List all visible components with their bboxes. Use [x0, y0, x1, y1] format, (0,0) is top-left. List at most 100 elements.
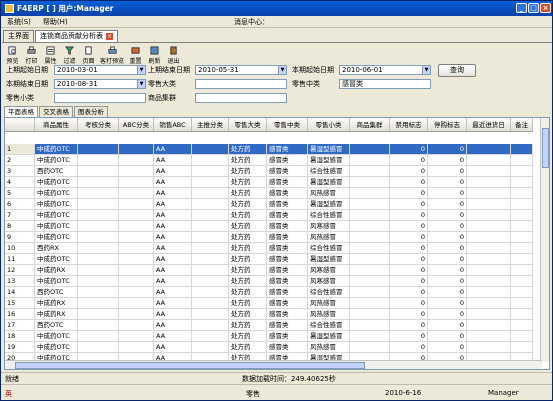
table-cell [192, 155, 229, 165]
table-row[interactable]: 10 西药RX AA 处方药 感冒类 综合性感冒 0 0 [5, 243, 533, 254]
table-row[interactable]: 18 中成药OTC AA 处方药 感冒类 暑湿型感冒 0 0 [5, 331, 533, 342]
column-header[interactable]: 主推分类 [192, 118, 229, 131]
horizontal-scrollbar[interactable] [5, 360, 542, 369]
table-row[interactable]: 2 中成药OTC AA 处方药 感冒类 暑湿型感冒 0 0 [5, 155, 533, 166]
column-header[interactable]: 考核分类 [78, 118, 119, 131]
table-cell [467, 210, 511, 220]
table-cell [467, 221, 511, 231]
table-cell: 处方药 [229, 276, 267, 286]
table-row[interactable]: 7 中成药OTC AA 处方药 感冒类 综合性感冒 0 0 [5, 210, 533, 221]
minimize-button[interactable]: _ [516, 3, 527, 13]
filter-label: 过滤 [63, 58, 76, 65]
table-cell: 暑湿型感冒 [308, 199, 350, 209]
menu-system[interactable]: 系统(S) [1, 17, 37, 27]
column-header[interactable]: ABC分类 [119, 118, 154, 131]
table-cell: 0 [428, 210, 467, 220]
table-cell: 0 [428, 254, 467, 264]
column-header[interactable]: 商品属性 [35, 118, 78, 131]
retail-major-field[interactable] [195, 79, 287, 89]
properties-icon [46, 46, 55, 55]
table-row[interactable]: 4 中成药OTC AA 处方药 感冒类 暑湿型感冒 0 0 [5, 177, 533, 188]
table-row[interactable]: 17 西药OTC AA 处方药 感冒类 综合性感冒 0 0 [5, 320, 533, 331]
retail-mid-field[interactable]: 感冒类 [339, 79, 431, 89]
scroll-thumb[interactable] [15, 362, 365, 369]
table-cell: 0 [390, 276, 428, 286]
prev-end-field[interactable]: 2010-05-31 ▼ [195, 65, 287, 75]
prev-end-label: 上期结束日期 [148, 66, 190, 74]
table-row[interactable]: 9 中成药OTC AA 处方药 感冒类 风热感冒 0 0 [5, 232, 533, 243]
filter-button[interactable]: 过滤 [61, 45, 78, 65]
table-row[interactable]: 12 中成药RX AA 处方药 感冒类 风寒感冒 0 0 [5, 265, 533, 276]
vertical-scrollbar[interactable] [540, 118, 549, 362]
column-header[interactable]: 最近进货日 [467, 118, 511, 131]
cur-start-field[interactable]: 2010-06-01 ▼ [339, 65, 431, 75]
tab-chart-analysis[interactable]: 图表分析 [74, 106, 108, 117]
tab-report[interactable]: 连锁商品贡献分析表 × [35, 30, 118, 42]
chevron-down-icon[interactable]: ▼ [278, 66, 286, 74]
table-cell: AA [154, 144, 192, 154]
reset-button[interactable]: 重置 [127, 45, 144, 65]
preview-button[interactable]: 预览 [4, 45, 21, 65]
column-header[interactable] [5, 118, 35, 131]
page-button[interactable]: 页面 [80, 45, 97, 65]
table-row[interactable]: 8 中成药OTC AA 处方药 感冒类 风寒感冒 0 0 [5, 221, 533, 232]
menu-help[interactable]: 帮助(H) [37, 17, 74, 27]
refresh-button[interactable]: 刷新 [146, 45, 163, 65]
column-header[interactable]: 零售中类 [267, 118, 308, 131]
table-cell: 处方药 [229, 210, 267, 220]
table-cell: 10 [5, 243, 35, 253]
scroll-thumb[interactable] [542, 128, 549, 168]
table-row[interactable]: 14 西药OTC AA 处方药 感冒类 综合性感冒 0 0 [5, 287, 533, 298]
table-cell [119, 199, 154, 209]
maximize-button[interactable]: □ [528, 3, 539, 13]
query-button[interactable]: 查询 [438, 64, 476, 77]
table-row[interactable]: 11 中成药OTC AA 处方药 感冒类 暑湿型感冒 0 0 [5, 254, 533, 265]
table-row[interactable]: 15 中成药RX AA 处方药 感冒类 风热感冒 0 0 [5, 298, 533, 309]
app-icon [5, 4, 14, 13]
table-cell [350, 320, 390, 330]
column-header[interactable]: 零售大类 [229, 118, 267, 131]
table-row[interactable]: 19 中成药OTC AA 处方药 感冒类 风热感冒 0 0 [5, 342, 533, 353]
table-cell [78, 177, 119, 187]
column-header[interactable]: 禁用标志 [390, 118, 428, 131]
column-header[interactable]: 零售小类 [308, 118, 350, 131]
table-row[interactable]: 5 中成药OTC AA 处方药 感冒类 风热感冒 0 0 [5, 188, 533, 199]
table-cell: 西药OTC [35, 320, 78, 330]
column-header[interactable]: 销售ABC [154, 118, 192, 131]
column-header[interactable]: 停购标志 [428, 118, 467, 131]
table-cell: 暑湿型感冒 [308, 331, 350, 341]
tab-main-label: 主界面 [8, 32, 29, 40]
column-header[interactable]: 商品集群 [350, 118, 390, 131]
table-row[interactable]: 13 中成药OTC AA 处方药 感冒类 风寒感冒 0 0 [5, 276, 533, 287]
tab-main[interactable]: 主界面 [3, 30, 34, 42]
chevron-down-icon[interactable]: ▼ [137, 66, 145, 74]
custom-print-button[interactable]: 客打预览 [99, 45, 125, 65]
close-button[interactable]: × [540, 3, 551, 13]
table-cell: 0 [428, 298, 467, 308]
print-button[interactable]: 打印 [23, 45, 40, 65]
table-cell: 0 [390, 287, 428, 297]
attr-button[interactable]: 属性 [42, 45, 59, 65]
table-cell: AA [154, 243, 192, 253]
table-row[interactable]: 16 中成药RX AA 处方药 感冒类 风热感冒 0 0 [5, 309, 533, 320]
exit-button[interactable]: 退出 [165, 45, 182, 65]
table-cell: 处方药 [229, 342, 267, 352]
table-row[interactable]: 1 中成药OTC AA 处方药 感冒类 暑湿型感冒 0 0 [5, 144, 533, 155]
table-cell: 感冒类 [267, 210, 308, 220]
chevron-down-icon[interactable]: ▼ [422, 66, 430, 74]
table-cell [350, 254, 390, 264]
tab-cross-table[interactable]: 交叉表格 [39, 106, 73, 117]
close-tab-icon[interactable]: × [106, 33, 113, 40]
chevron-down-icon[interactable]: ▼ [137, 80, 145, 88]
table-cell: 暑湿型感冒 [308, 155, 350, 165]
table-row[interactable]: 3 西药OTC AA 处方药 感冒类 综合性感冒 0 0 [5, 166, 533, 177]
group-field[interactable] [195, 93, 287, 103]
table-cell [467, 265, 511, 275]
ime-indicator[interactable]: 英 [5, 389, 12, 399]
retail-minor-field[interactable] [54, 93, 146, 103]
column-header[interactable]: 备注 [511, 118, 533, 131]
cur-end-field[interactable]: 2010-08-31 ▼ [54, 79, 146, 89]
prev-start-field[interactable]: 2010-03-01 ▼ [54, 65, 146, 75]
table-row[interactable]: 6 中成药OTC AA 处方药 感冒类 暑湿型感冒 0 0 [5, 199, 533, 210]
menu-bar: 系统(S) 帮助(H) 消息中心： [1, 16, 552, 28]
